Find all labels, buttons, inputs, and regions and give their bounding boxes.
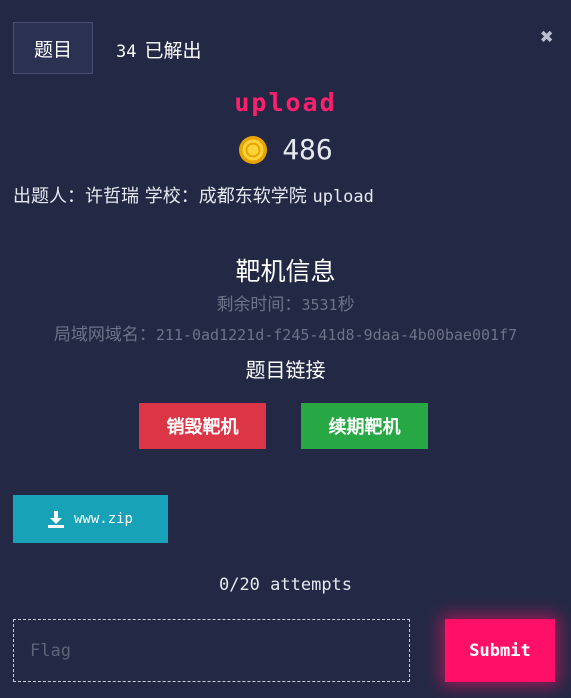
school-name: 成都东软学院 [198,186,307,207]
download-label: www.zip [73,511,133,527]
close-icon[interactable]: ✖ [537,27,557,49]
destroy-target-button[interactable]: 销毁靶机 [139,403,266,449]
challenge-link[interactable]: 题目链接 [0,354,571,383]
renew-target-button[interactable]: 续期靶机 [301,403,428,449]
coin-icon [239,135,268,164]
challenge-title: upload [234,88,337,117]
remaining-time: 剩余时间：3531秒 [216,295,355,315]
download-icon [47,510,64,528]
tab-challenge[interactable]: 题目 [13,22,93,74]
flag-input[interactable] [13,619,410,682]
category-tag: upload [312,187,374,207]
lan-domain: 局域网域名：211-0ad1221d-f245-41d8-9daa-4b00ba… [53,325,518,345]
points-display: 486 [0,133,571,166]
author-name: 许哲瑞 [85,186,139,207]
submit-button[interactable]: Submit [445,619,555,682]
author-line: 出题人：许哲瑞 学校：成都东软学院 upload [13,186,374,207]
solves-count: 34 已解出 [116,40,202,62]
target-section-title: 靶机信息 [235,257,336,286]
points-value: 486 [282,133,333,166]
download-button[interactable]: www.zip [13,495,168,543]
attempts-counter: 0/20 attempts [218,575,353,595]
